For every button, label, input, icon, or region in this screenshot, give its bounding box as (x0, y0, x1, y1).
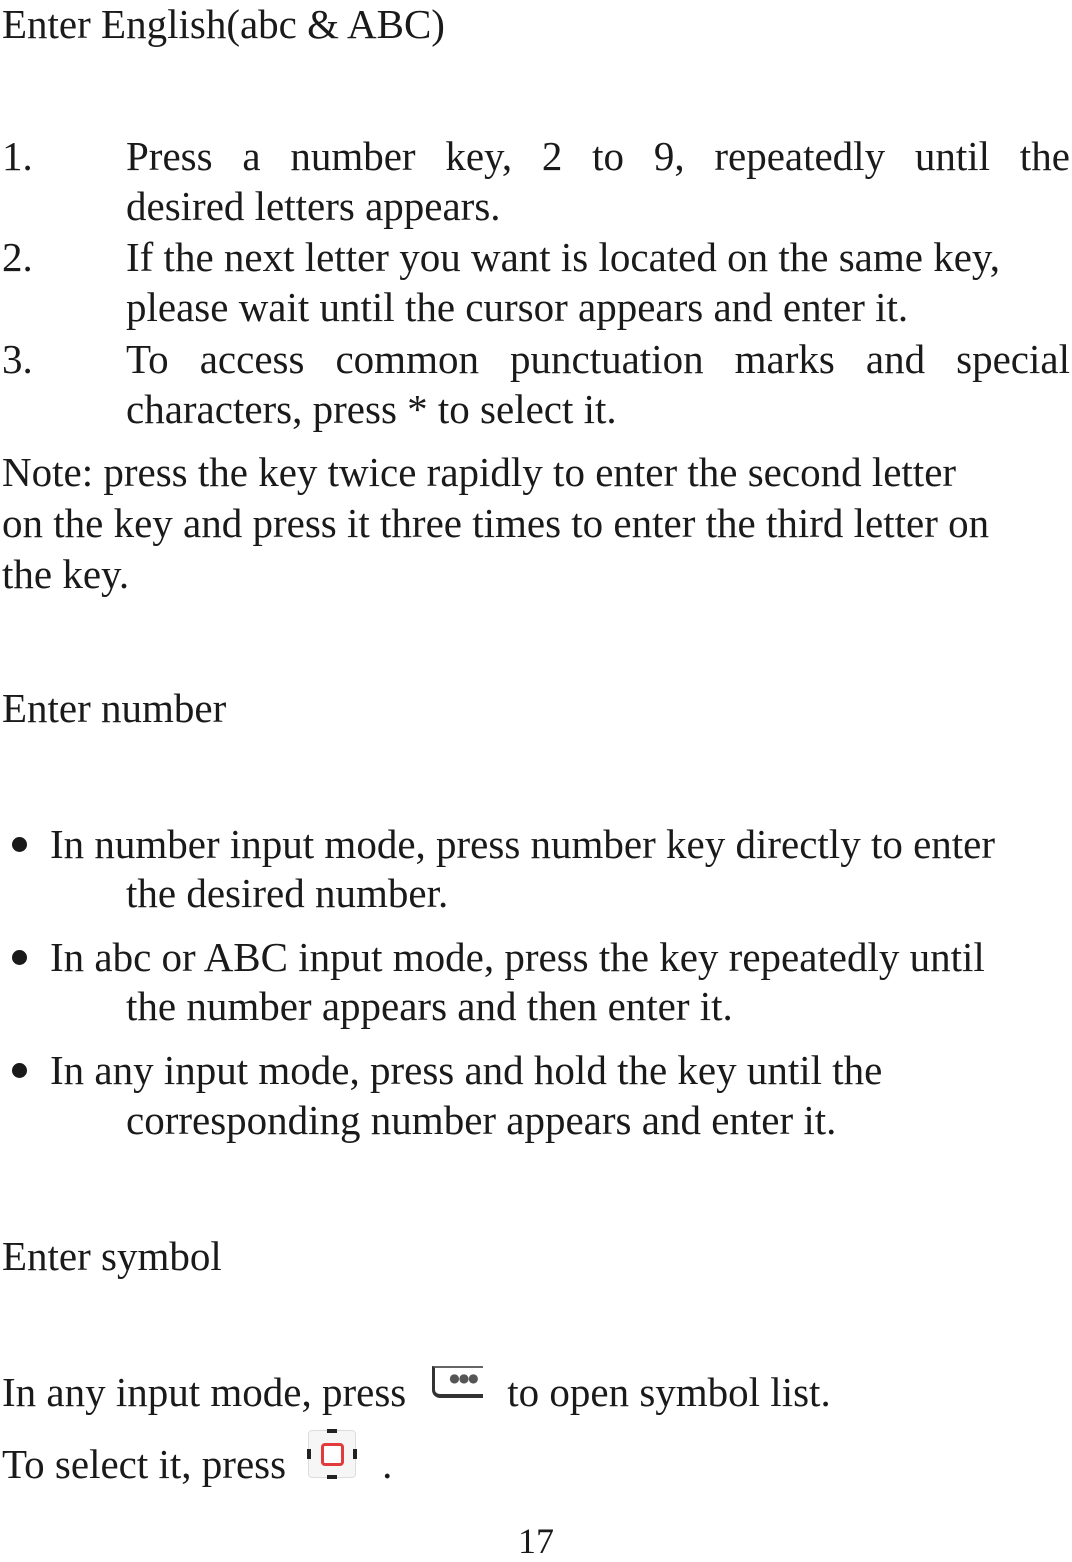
heading-enter-english: Enter English(abc & ABC) (2, 1, 445, 47)
select-text-after: . (382, 1441, 393, 1487)
symbol-instruction-line: In any input mode, press ●●● to open sym… (2, 1366, 831, 1416)
step-number: 2. (2, 234, 33, 280)
word: key, (445, 133, 513, 179)
select-instruction-line: To select it, press . (2, 1429, 393, 1488)
word: until (914, 133, 991, 179)
select-text-before: To select it, press (2, 1441, 287, 1487)
word: the (1019, 133, 1070, 179)
word: marks (734, 336, 835, 382)
bullet-1-line-2: the desired number. (126, 870, 449, 916)
note-line: on the key and press it three times to e… (2, 500, 990, 546)
step-number: 1. (2, 133, 33, 179)
step-3-line-2: characters, press * to select it. (126, 386, 617, 432)
word: 2 (541, 133, 563, 179)
page-number: 17 (518, 1521, 554, 1561)
word: repeatedly (714, 133, 886, 179)
word: punctuation (510, 336, 704, 382)
word: common (335, 336, 479, 382)
word: To (126, 336, 169, 382)
word: 9, (653, 133, 685, 179)
symbol-key-icon: ●●● (432, 1366, 484, 1398)
note-line: the key. (2, 551, 130, 597)
step-2-line-1: If the next letter you want is located o… (126, 234, 1000, 280)
bullet-2-line-1: In abc or ABC input mode, press the key … (50, 934, 985, 980)
word: to (592, 133, 625, 179)
step-number: 3. (2, 336, 33, 382)
bullet-icon (12, 950, 27, 965)
heading-enter-symbol: Enter symbol (2, 1233, 222, 1279)
bullet-3-line-1: In any input mode, press and hold the ke… (50, 1047, 883, 1093)
step-1-line-2: desired letters appears. (126, 183, 501, 229)
step-1-line-1: Press a number key, 2 to 9, repeatedly u… (126, 132, 1070, 180)
bullet-2-line-2: the number appears and then enter it. (126, 983, 733, 1029)
step-3-line-1: To access common punctuation marks and s… (126, 335, 1070, 383)
ok-key-icon (307, 1429, 358, 1479)
bullet-icon (12, 837, 27, 852)
bullet-3-line-2: corresponding number appears and enter i… (126, 1097, 837, 1143)
bullet-icon (12, 1063, 27, 1078)
word: a (242, 133, 261, 179)
symbol-text-after: to open symbol list. (507, 1369, 831, 1415)
note-line: Note: press the key twice rapidly to ent… (2, 449, 957, 495)
word: Press (126, 133, 213, 179)
symbol-text-before: In any input mode, press (2, 1369, 407, 1415)
word: special (956, 336, 1070, 382)
step-2-line-2: please wait until the cursor appears and… (126, 284, 909, 330)
word: number (290, 133, 416, 179)
word: access (199, 336, 305, 382)
word: and (865, 336, 926, 382)
bullet-1-line-1: In number input mode, press number key d… (50, 821, 996, 867)
heading-enter-number: Enter number (2, 685, 227, 731)
